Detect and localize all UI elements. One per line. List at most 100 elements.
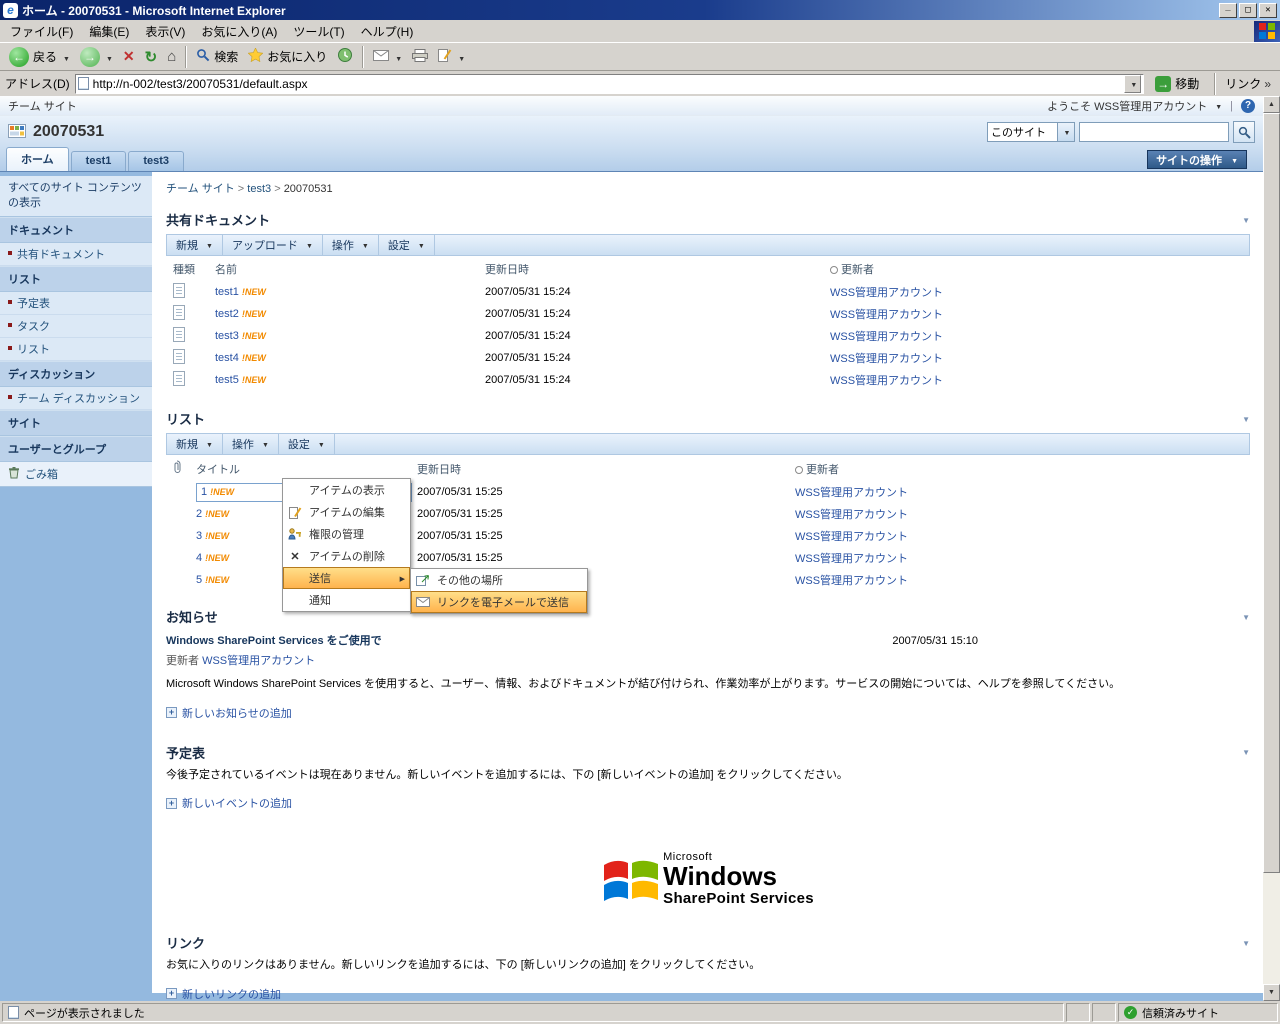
doc-link[interactable]: test3	[215, 330, 239, 342]
sidebar-view-all-site-content[interactable]: すべてのサイト コンテンツの表示	[0, 176, 152, 217]
webpart-menu-chevron-icon[interactable]	[1242, 746, 1250, 758]
sidebar-header-sites[interactable]: サイト	[0, 409, 152, 436]
doc-link[interactable]: test5	[215, 374, 239, 386]
chevron-down-icon[interactable]	[1213, 100, 1222, 112]
webpart-menu-chevron-icon[interactable]	[1242, 937, 1250, 949]
menu-view-item[interactable]: アイテムの表示	[283, 479, 410, 501]
print-button[interactable]	[407, 47, 433, 67]
column-modified[interactable]: 更新日時	[417, 461, 795, 477]
welcome-menu[interactable]: ようこそ WSS管理用アカウント	[1047, 98, 1207, 114]
user-link[interactable]: WSS管理用アカウント	[830, 353, 943, 365]
global-breadcrumb[interactable]: チーム サイト	[8, 98, 77, 114]
add-announcement-link[interactable]: 新しいお知らせの追加	[182, 705, 292, 721]
item-link[interactable]: 3	[196, 530, 202, 542]
search-go-button[interactable]	[1233, 121, 1255, 143]
user-link[interactable]: WSS管理用アカウント	[830, 287, 943, 299]
scroll-down-button[interactable]: ▼	[1263, 984, 1280, 1001]
menu-edit-item[interactable]: アイテムの編集	[283, 501, 410, 523]
docs-menu-upload[interactable]: アップロード	[223, 235, 323, 255]
column-name[interactable]: 名前	[215, 261, 485, 277]
chevron-down-icon[interactable]	[1057, 123, 1074, 141]
go-button[interactable]: → 移動	[1149, 74, 1205, 93]
mail-dropdown-icon[interactable]	[393, 50, 402, 64]
docs-menu-settings[interactable]: 設定	[379, 235, 435, 255]
submenu-other-location[interactable]: その他の場所	[411, 569, 587, 591]
user-link[interactable]: WSS管理用アカウント	[795, 575, 908, 587]
menu-alert-me[interactable]: 通知	[283, 589, 410, 611]
column-modified-by[interactable]: 更新者	[795, 461, 1250, 477]
maximize-button[interactable]	[1239, 2, 1257, 18]
menu-send-to[interactable]: 送信	[283, 567, 410, 589]
forward-dropdown-icon[interactable]	[104, 50, 113, 64]
user-link[interactable]: WSS管理用アカウント	[795, 487, 908, 499]
submenu-email-link[interactable]: リンクを電子メールで送信	[411, 591, 587, 613]
menu-manage-permissions[interactable]: 権限の管理	[283, 523, 410, 545]
tab-test1[interactable]: test1	[70, 151, 127, 171]
user-link[interactable]: WSS管理用アカウント	[830, 375, 943, 387]
list-menu-new[interactable]: 新規	[167, 434, 223, 454]
menu-file[interactable]: ファイル(F)	[2, 20, 81, 43]
webpart-title[interactable]: 共有ドキュメント	[166, 210, 270, 229]
item-link[interactable]: 1	[201, 486, 207, 498]
sidebar-item-team-discussion[interactable]: チーム ディスカッション	[0, 386, 152, 410]
doc-link[interactable]: test1	[215, 286, 239, 298]
column-modified-by[interactable]: 更新者	[830, 261, 1250, 277]
menu-favorites[interactable]: お気に入り(A)	[193, 20, 285, 43]
home-button[interactable]: ⌂	[162, 46, 181, 67]
webpart-title[interactable]: 予定表	[166, 743, 205, 762]
history-button[interactable]	[332, 45, 358, 68]
sidebar-header-lists[interactable]: リスト	[0, 265, 152, 292]
back-dropdown-icon[interactable]	[61, 50, 70, 64]
docs-menu-actions[interactable]: 操作	[323, 235, 379, 255]
address-input[interactable]	[92, 76, 1121, 91]
sidebar-item-list[interactable]: リスト	[0, 337, 152, 361]
search-scope-select[interactable]: このサイト	[987, 122, 1075, 142]
doc-link[interactable]: test2	[215, 308, 239, 320]
item-link[interactable]: 5	[196, 574, 202, 586]
search-toolbar-button[interactable]: 検索	[191, 46, 243, 67]
links-toolbar[interactable]: リンク	[1225, 75, 1275, 92]
menu-edit[interactable]: 編集(E)	[81, 20, 137, 43]
webpart-title[interactable]: リンク	[166, 933, 205, 952]
item-link[interactable]: 4	[196, 552, 202, 564]
tab-test3[interactable]: test3	[128, 151, 185, 171]
sidebar-header-documents[interactable]: ドキュメント	[0, 216, 152, 243]
tab-home[interactable]: ホーム	[6, 147, 69, 171]
menu-tools[interactable]: ツール(T)	[285, 20, 352, 43]
menu-delete-item[interactable]: ✕ アイテムの削除	[283, 545, 410, 567]
favorites-button[interactable]: お気に入り	[243, 46, 332, 67]
sidebar-item-recycle-bin[interactable]: ごみ箱	[0, 461, 152, 487]
vertical-scrollbar[interactable]: ▲ ▼	[1263, 96, 1280, 1001]
search-input[interactable]	[1079, 122, 1229, 142]
sidebar-item-tasks[interactable]: タスク	[0, 314, 152, 338]
user-link[interactable]: WSS管理用アカウント	[795, 553, 908, 565]
list-menu-actions[interactable]: 操作	[223, 434, 279, 454]
column-title[interactable]: タイトル	[196, 461, 417, 477]
close-button[interactable]	[1259, 2, 1277, 18]
doc-link[interactable]: test4	[215, 352, 239, 364]
site-actions-button[interactable]: サイトの操作	[1147, 150, 1247, 169]
webpart-menu-chevron-icon[interactable]	[1242, 413, 1250, 425]
webpart-menu-chevron-icon[interactable]	[1242, 611, 1250, 623]
breadcrumb-test3[interactable]: test3	[247, 183, 283, 195]
breadcrumb-team-site[interactable]: チーム サイト	[166, 183, 247, 195]
sidebar-header-people-and-groups[interactable]: ユーザーとグループ	[0, 435, 152, 462]
sidebar-item-calendar[interactable]: 予定表	[0, 291, 152, 315]
list-menu-settings[interactable]: 設定	[279, 434, 335, 454]
docs-menu-new[interactable]: 新規	[167, 235, 223, 255]
user-link[interactable]: WSS管理用アカウント	[795, 531, 908, 543]
sidebar-header-discussions[interactable]: ディスカッション	[0, 360, 152, 387]
user-link[interactable]: WSS管理用アカウント	[202, 655, 315, 667]
user-link[interactable]: WSS管理用アカウント	[795, 509, 908, 521]
webpart-menu-chevron-icon[interactable]	[1242, 214, 1250, 226]
minimize-button[interactable]	[1219, 2, 1237, 18]
attachment-icon[interactable]	[166, 460, 196, 477]
user-link[interactable]: WSS管理用アカウント	[830, 309, 943, 321]
add-link-link[interactable]: 新しいリンクの追加	[182, 986, 281, 1001]
scrollbar-thumb[interactable]	[1263, 113, 1280, 873]
column-modified[interactable]: 更新日時	[485, 261, 830, 277]
user-link[interactable]: WSS管理用アカウント	[830, 331, 943, 343]
announcement-title-link[interactable]: Windows SharePoint Services をご使用で	[166, 632, 382, 648]
edit-dropdown-icon[interactable]	[456, 50, 465, 64]
item-link[interactable]: 2	[196, 508, 202, 520]
